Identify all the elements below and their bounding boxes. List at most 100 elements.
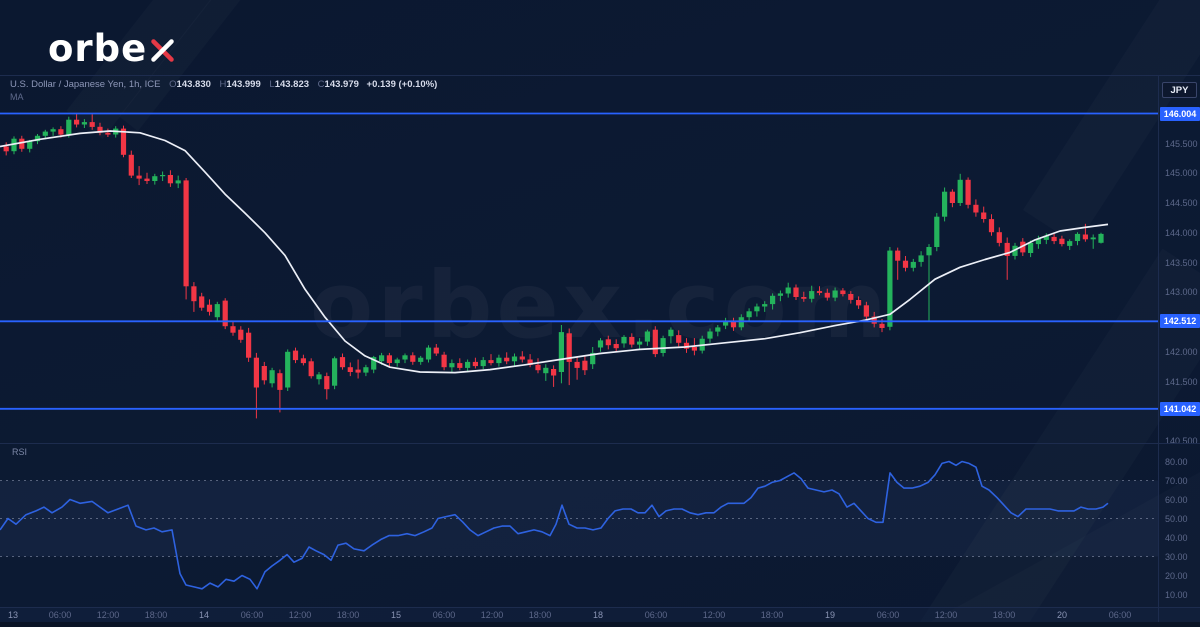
- candle-body: [582, 361, 587, 371]
- candle-body: [356, 370, 361, 373]
- candle-body: [387, 355, 392, 363]
- candle-body: [82, 122, 87, 124]
- candle-body: [543, 368, 548, 373]
- candle-body: [676, 335, 681, 343]
- candle-body: [168, 175, 173, 183]
- candle-body: [856, 300, 861, 305]
- candle-body: [747, 311, 752, 317]
- candle-body: [1091, 238, 1096, 240]
- candle-body: [762, 304, 767, 306]
- candle-body: [817, 291, 822, 293]
- candle-body: [801, 297, 806, 299]
- candle-body: [160, 175, 165, 176]
- candle-body: [51, 129, 56, 131]
- open-label: O: [169, 79, 176, 90]
- candle-body: [395, 360, 400, 364]
- candle-body: [778, 293, 783, 295]
- candle-body: [74, 120, 79, 125]
- symbol-description: U.S. Dollar / Japanese Yen, 1h, ICE: [10, 79, 161, 90]
- candle-body: [786, 288, 791, 294]
- candle-body: [793, 288, 798, 298]
- change-value: +0.139 (+0.10%): [367, 79, 438, 90]
- candle-body: [520, 357, 525, 360]
- candle-body: [254, 358, 259, 388]
- orbex-logo: orbe: [48, 24, 176, 73]
- candle-body: [911, 262, 916, 268]
- ma-indicator-label: MA: [10, 92, 24, 102]
- candle-body: [144, 179, 149, 181]
- candle-body: [942, 192, 947, 217]
- candle-body: [606, 339, 611, 345]
- candle-body: [152, 176, 157, 181]
- candle-body: [1083, 235, 1088, 240]
- candle-body: [402, 355, 407, 359]
- candle-body: [191, 286, 196, 301]
- candle-body: [215, 304, 220, 317]
- candle-body: [504, 358, 509, 362]
- candle-body: [598, 340, 603, 347]
- candle-body: [950, 192, 955, 203]
- rsi-pane-title: RSI: [12, 447, 27, 457]
- candle-body: [754, 307, 759, 312]
- price-chart-canvas[interactable]: [0, 75, 1200, 627]
- candle-body: [363, 367, 368, 372]
- candle-body: [879, 324, 884, 328]
- candle-body: [301, 358, 306, 363]
- candle-body: [199, 296, 204, 307]
- candle-body: [848, 294, 853, 300]
- candle-body: [934, 217, 939, 247]
- candle-body: [223, 301, 228, 327]
- close-value: 143.979: [325, 79, 359, 90]
- candle-body: [919, 255, 924, 262]
- candle-body: [707, 332, 712, 339]
- candle-body: [926, 247, 931, 255]
- orbex-logo-x-icon: [149, 30, 176, 73]
- candle-body: [1052, 237, 1057, 241]
- candle-body: [348, 367, 353, 372]
- candle-body: [535, 365, 540, 370]
- candle-body: [465, 362, 470, 368]
- symbol-info-bar: U.S. Dollar / Japanese Yen, 1h, ICE O 143…: [10, 79, 437, 90]
- candle-body: [559, 332, 564, 372]
- candle-body: [488, 360, 493, 363]
- candle-body: [230, 326, 235, 333]
- candle-body: [449, 363, 454, 367]
- candle-body: [4, 147, 9, 152]
- candle-body: [207, 305, 212, 312]
- candle-body: [184, 180, 189, 286]
- candle-body: [176, 180, 181, 183]
- close-label: C: [318, 79, 325, 90]
- candle-body: [277, 373, 282, 390]
- candle-body: [989, 219, 994, 232]
- candle-body: [324, 376, 329, 389]
- candle-body: [1028, 243, 1033, 253]
- time-axis-strip: [0, 607, 1200, 622]
- candle-body: [457, 363, 462, 368]
- candle-body: [293, 351, 298, 361]
- candle-body: [637, 342, 642, 345]
- bottom-strip: [0, 622, 1200, 627]
- candle-body: [481, 360, 486, 366]
- candle-body: [770, 296, 775, 304]
- candle-body: [840, 291, 845, 295]
- candle-body: [270, 370, 275, 383]
- candle-body: [137, 176, 142, 179]
- candle-body: [309, 361, 314, 376]
- candle-body: [58, 129, 63, 134]
- candle-body: [661, 338, 666, 353]
- candle-body: [575, 362, 580, 368]
- candle-body: [90, 122, 95, 127]
- candle-body: [418, 358, 423, 362]
- candle-body: [614, 344, 619, 348]
- candle-body: [340, 357, 345, 367]
- candle-body: [238, 330, 243, 340]
- candle-body: [129, 155, 134, 176]
- low-value: 143.823: [275, 79, 309, 90]
- candle-body: [645, 332, 650, 342]
- candle-body: [966, 180, 971, 205]
- candle-body: [981, 213, 986, 220]
- candle-body: [496, 358, 501, 363]
- candle-body: [410, 355, 415, 362]
- currency-unit-button[interactable]: JPY: [1162, 82, 1197, 98]
- candle-body: [316, 374, 321, 379]
